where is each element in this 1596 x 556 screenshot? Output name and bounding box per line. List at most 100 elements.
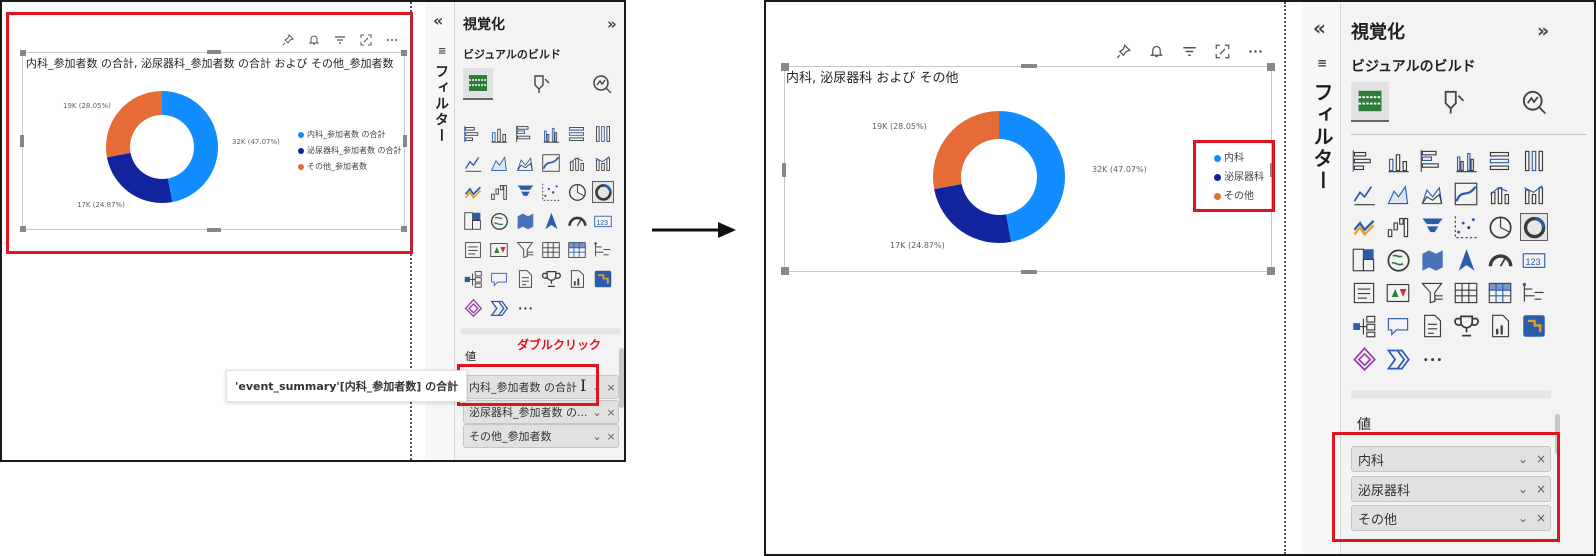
focus-mode-icon[interactable] — [360, 34, 372, 46]
power-automate-icon[interactable] — [489, 298, 509, 318]
pie-chart-icon[interactable] — [1487, 214, 1513, 240]
kpi-icon[interactable] — [1385, 280, 1411, 306]
slicer-icon[interactable] — [1419, 280, 1445, 306]
matrix-icon[interactable] — [567, 240, 587, 260]
stacked-area-chart-icon[interactable] — [1419, 181, 1445, 207]
chevron-down-icon[interactable]: ⌄ — [1514, 482, 1532, 496]
expand-icon[interactable]: » — [1537, 20, 1549, 42]
ribbon-chart-icon[interactable] — [541, 153, 561, 173]
donut-slice-泌尿器科[interactable] — [934, 183, 1012, 243]
report-icon[interactable] — [567, 269, 587, 289]
legend-item[interactable]: その他_参加者数 — [298, 159, 402, 175]
gauge-icon[interactable] — [1487, 247, 1513, 273]
stacked-bar-chart-icon[interactable] — [1351, 148, 1377, 174]
clustered-column-chart-icon[interactable] — [541, 124, 561, 144]
pie-chart-icon[interactable] — [567, 182, 587, 202]
pin-icon[interactable] — [282, 34, 294, 46]
waterfall-chart-icon[interactable] — [1351, 214, 1377, 240]
analytics-tab[interactable] — [587, 68, 617, 100]
table-icon[interactable] — [1453, 280, 1479, 306]
line-clustered-column-icon[interactable] — [567, 153, 587, 173]
trophy-icon[interactable] — [541, 269, 561, 289]
power-apps-icon[interactable] — [1351, 346, 1377, 372]
key-influencers-icon[interactable] — [1351, 313, 1377, 339]
resize-handle[interactable] — [20, 226, 26, 232]
resize-handle[interactable] — [1021, 270, 1037, 274]
funnel-chart-icon[interactable] — [1419, 214, 1445, 240]
close-icon[interactable]: × — [604, 406, 618, 419]
donut-slice-その他[interactable] — [106, 91, 162, 158]
report-icon[interactable] — [1487, 313, 1513, 339]
bell-icon[interactable] — [308, 34, 320, 46]
pin-icon[interactable] — [1116, 44, 1131, 59]
ribbon-chart-icon[interactable] — [1453, 181, 1479, 207]
format-tab[interactable] — [1433, 82, 1471, 122]
donut-slice-その他[interactable] — [933, 111, 999, 190]
build-tab[interactable] — [463, 68, 493, 100]
filter-pane-icon[interactable]: ≡ — [438, 46, 446, 57]
analytics-tab[interactable] — [1515, 82, 1553, 122]
stacked-column-chart-icon[interactable] — [489, 124, 509, 144]
filter-icon[interactable] — [334, 34, 346, 46]
funnel-chart-icon[interactable] — [515, 182, 535, 202]
field-pill[interactable]: その他_参加者数 ⌄ × — [463, 424, 619, 448]
line-clustered-column-icon[interactable] — [1487, 181, 1513, 207]
collapse-icon[interactable]: « — [1313, 16, 1326, 40]
treemap-icon[interactable] — [463, 211, 483, 231]
close-icon[interactable]: × — [604, 381, 618, 394]
more-visuals-icon[interactable] — [515, 298, 535, 318]
map-icon[interactable] — [1385, 247, 1411, 273]
donut-slice-内科[interactable] — [999, 111, 1065, 242]
donut-chart-icon[interactable] — [592, 181, 614, 203]
chevron-down-icon[interactable]: ⌄ — [590, 381, 604, 394]
resize-handle[interactable] — [403, 135, 407, 147]
multi-row-card-icon[interactable] — [1351, 280, 1377, 306]
chevron-down-icon[interactable]: ⌄ — [590, 430, 604, 443]
decomposition-tree-icon[interactable] — [593, 240, 613, 260]
focus-mode-icon[interactable] — [1215, 44, 1230, 59]
resize-handle[interactable] — [20, 135, 24, 147]
100pct-bar-chart-icon[interactable] — [1487, 148, 1513, 174]
field-pill[interactable]: 泌尿器科 ⌄ × — [1351, 476, 1551, 502]
format-tab[interactable] — [525, 68, 555, 100]
more-visuals-icon[interactable] — [1419, 346, 1445, 372]
line-stacked-column-icon[interactable] — [1521, 181, 1547, 207]
stacked-area-chart-icon[interactable] — [515, 153, 535, 173]
filter-icon[interactable] — [1182, 44, 1197, 59]
filter-pane-icon[interactable]: ≡ — [1317, 56, 1327, 70]
100pct-column-chart-icon[interactable] — [1521, 148, 1547, 174]
resize-handle[interactable] — [1267, 267, 1275, 275]
expand-icon[interactable]: » — [607, 15, 617, 33]
qa-icon[interactable] — [1385, 313, 1411, 339]
field-pill[interactable]: 内科_参加者数 の合計 ⌄ × — [463, 375, 619, 399]
legend-item[interactable]: 泌尿器科 — [1214, 168, 1264, 187]
python-visual-icon[interactable] — [593, 269, 613, 289]
resize-handle[interactable] — [1270, 163, 1274, 177]
100pct-bar-chart-icon[interactable] — [567, 124, 587, 144]
waterfall-chart-icon[interactable] — [463, 182, 483, 202]
field-pill[interactable]: 内科 ⌄ × — [1351, 446, 1551, 472]
scatter-chart-icon[interactable] — [541, 182, 561, 202]
more-options-icon[interactable] — [1248, 44, 1263, 59]
scatter-chart-icon[interactable] — [1453, 214, 1479, 240]
line-chart-icon[interactable] — [1351, 181, 1377, 207]
area-chart-icon[interactable] — [1385, 181, 1411, 207]
close-icon[interactable]: × — [1532, 482, 1550, 496]
treemap-icon[interactable] — [1351, 247, 1377, 273]
collapse-icon[interactable]: « — [433, 11, 443, 30]
resize-handle[interactable] — [782, 163, 786, 177]
donut-chart-icon[interactable] — [1520, 213, 1548, 241]
resize-handle[interactable] — [1267, 63, 1275, 71]
chevron-down-icon[interactable]: ⌄ — [1514, 511, 1532, 525]
stacked-bar-chart-icon[interactable] — [463, 124, 483, 144]
pane-scrollbar[interactable] — [1555, 414, 1560, 454]
chevron-down-icon[interactable]: ⌄ — [1514, 452, 1532, 466]
multi-row-card-icon[interactable] — [463, 240, 483, 260]
resize-handle[interactable] — [1021, 64, 1037, 68]
python-visual-icon[interactable] — [1521, 313, 1547, 339]
line-stacked-column-icon[interactable] — [593, 153, 613, 173]
close-icon[interactable]: × — [604, 430, 618, 443]
close-icon[interactable]: × — [1532, 452, 1550, 466]
resize-handle[interactable] — [207, 50, 221, 54]
filters-pane-collapsed[interactable]: « ≡ フィルター — [1302, 2, 1340, 554]
